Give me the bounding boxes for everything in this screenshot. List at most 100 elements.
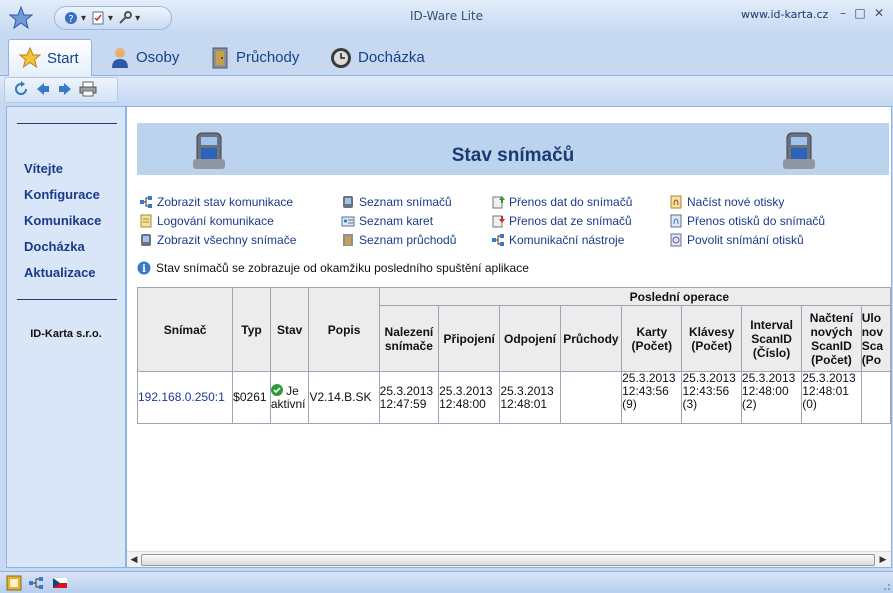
cell-odpojeni: 25.3.2013 12:48:01: [499, 371, 561, 424]
link-label: Seznam snímačů: [359, 195, 452, 209]
scroll-left-icon[interactable]: ◀: [128, 554, 140, 566]
link-nacist-nove-otisky[interactable]: Načíst nové otisky: [669, 195, 784, 209]
sidebar-item-vitejte[interactable]: Vítejte: [24, 161, 63, 176]
column-header-nacteni[interactable]: Načtení nových ScanID (Počet): [801, 305, 862, 372]
cell-nacteni: 25.3.2013 12:48:01 (0): [801, 371, 862, 424]
main-panel: Stav snímačů Zobrazit stav komunikace Lo…: [126, 106, 892, 568]
clock-icon: [331, 47, 351, 68]
info-icon: i: [137, 261, 151, 275]
log-icon: [140, 214, 152, 228]
network-icon[interactable]: [28, 575, 44, 591]
column-header-pripojeni[interactable]: Připojení: [438, 305, 501, 372]
column-header-karty[interactable]: Karty (Počet): [621, 305, 683, 372]
link-label: Přenos otisků do snímačů: [687, 214, 826, 228]
tab-start[interactable]: Start: [8, 39, 92, 76]
scroll-right-icon[interactable]: ▶: [877, 554, 889, 566]
link-prenos-dat-do-snimacu[interactable]: Přenos dat do snímačů: [491, 195, 632, 209]
column-header-ulozeni[interactable]: Ulo nov Sca (Po: [860, 305, 891, 372]
column-header-pruchody[interactable]: Průchody: [559, 305, 623, 372]
card-reader-icon: [783, 132, 815, 169]
cell-nalezeni: 25.3.2013 12:47:59: [378, 371, 440, 424]
cell-typ: $0261: [232, 371, 271, 424]
company-name: ID-Karta s.r.o.: [30, 328, 102, 340]
door-icon: [343, 234, 353, 246]
fingerprint-icon: [670, 195, 682, 209]
sidebar-item-konfigurace[interactable]: Konfigurace: [24, 187, 100, 202]
divider: [17, 123, 117, 124]
minimize-button[interactable]: –: [836, 6, 850, 20]
back-button[interactable]: [35, 81, 51, 100]
sidebar-item-dochazka[interactable]: Docházka: [24, 239, 85, 254]
readers-table: Snímač Typ Stav Popis Poslední operace N…: [136, 287, 891, 424]
close-button[interactable]: ✕: [872, 6, 886, 20]
link-prenos-dat-ze-snimacu[interactable]: Přenos dat ze snímačů: [491, 214, 632, 228]
link-label: Seznam karet: [359, 214, 434, 228]
check-icon: [270, 384, 283, 396]
link-label: Logování komunikace: [157, 214, 274, 228]
cell-klavesy: 25.3.2013 12:43:56 (3): [681, 371, 742, 424]
column-header-odpojeni[interactable]: Odpojení: [499, 305, 561, 372]
svg-text:i: i: [142, 264, 146, 275]
link-povolit-snimani-otisku[interactable]: Povolit snímání otisků: [669, 233, 804, 247]
cell-karty: 25.3.2013 12:43:56 (9): [621, 371, 683, 424]
upload-icon: [492, 196, 505, 209]
divider: [17, 299, 117, 300]
link-logovani-komunikace[interactable]: Logování komunikace: [139, 214, 274, 228]
link-label: Komunikační nástroje: [509, 233, 625, 247]
scroll-thumb[interactable]: [141, 554, 875, 566]
link-seznam-snimacu[interactable]: Seznam snímačů: [341, 195, 452, 209]
tab-label: Docházka: [358, 49, 425, 66]
refresh-button[interactable]: [13, 80, 29, 100]
tab-label: Start: [47, 49, 79, 67]
column-header-typ[interactable]: Typ: [232, 287, 271, 372]
column-header-snimac[interactable]: Snímač: [136, 287, 234, 372]
page-banner: Stav snímačů: [137, 123, 889, 175]
cell-ulozeni: [860, 371, 891, 424]
link-prenos-otisku-do-snimacu[interactable]: Přenos otisků do snímačů: [669, 214, 825, 228]
column-header-stav[interactable]: Stav: [269, 287, 310, 372]
sidebar-item-aktualizace[interactable]: Aktualizace: [24, 265, 96, 280]
column-header-nalezeni[interactable]: Nalezení snímače: [378, 305, 440, 372]
title-bar: ? ▾ ▾ ▾ ID-Ware Lite www.id-karta.cz – □…: [0, 0, 893, 36]
sidebar-item-komunikace[interactable]: Komunikace: [24, 213, 101, 228]
print-button[interactable]: [79, 81, 97, 100]
info-message: i Stav snímačů se zobrazuje od okamžiku …: [137, 261, 529, 275]
link-label: Zobrazit stav komunikace: [157, 195, 294, 209]
horizontal-scrollbar[interactable]: ◀ ▶: [127, 551, 891, 567]
cell-popis: V2.14.B.SK: [308, 371, 380, 424]
tab-label: Průchody: [236, 49, 300, 66]
link-seznam-karet[interactable]: Seznam karet: [341, 214, 433, 228]
page-title: Stav snímačů: [451, 145, 575, 166]
resize-grip-icon[interactable]: [876, 576, 892, 592]
table-row[interactable]: 192.168.0.250:1 $0261 Je aktivní V2.14.B.…: [136, 371, 891, 424]
maximize-button[interactable]: □: [853, 6, 867, 20]
tab-osoby[interactable]: Osoby: [100, 39, 189, 76]
window-icon[interactable]: [6, 575, 22, 591]
cell-pripojeni: 25.3.2013 12:48:00: [438, 371, 501, 424]
website-link[interactable]: www.id-karta.cz: [741, 8, 828, 21]
fingerprint-scan-icon: [670, 233, 682, 247]
link-komunikacni-nastroje[interactable]: Komunikační nástroje: [491, 233, 624, 247]
cell-interval: 25.3.2013 12:48:00 (2): [740, 371, 803, 424]
device-icon: [343, 196, 353, 208]
column-header-klavesy[interactable]: Klávesy (Počet): [681, 305, 742, 372]
person-icon: [112, 47, 128, 68]
column-header-popis[interactable]: Popis: [308, 287, 380, 372]
link-zobrazit-stav-komunikace[interactable]: Zobrazit stav komunikace: [139, 195, 293, 209]
cell-snimac[interactable]: 192.168.0.250:1: [136, 371, 234, 424]
star-icon: [19, 47, 41, 69]
refresh-icon: [15, 80, 27, 95]
link-label: Povolit snímání otisků: [687, 233, 804, 247]
device-icon: [141, 234, 151, 246]
link-label: Přenos dat ze snímačů: [509, 214, 632, 228]
tab-dochazka[interactable]: Docházka: [320, 39, 435, 76]
cell-stav: Je aktivní: [269, 371, 310, 424]
tab-label: Osoby: [136, 49, 180, 66]
link-zobrazit-vsechny-snimace[interactable]: Zobrazit všechny snímače: [139, 233, 296, 247]
czech-flag-icon[interactable]: [52, 575, 68, 591]
ribbon-tabs: Start Osoby Průchody Docházka: [0, 36, 893, 76]
tab-pruchody[interactable]: Průchody: [200, 39, 309, 76]
column-header-interval[interactable]: Interval ScanID (Číslo): [740, 305, 803, 372]
link-seznam-pruchodu[interactable]: Seznam průchodů: [341, 233, 456, 247]
forward-button[interactable]: [57, 81, 73, 100]
